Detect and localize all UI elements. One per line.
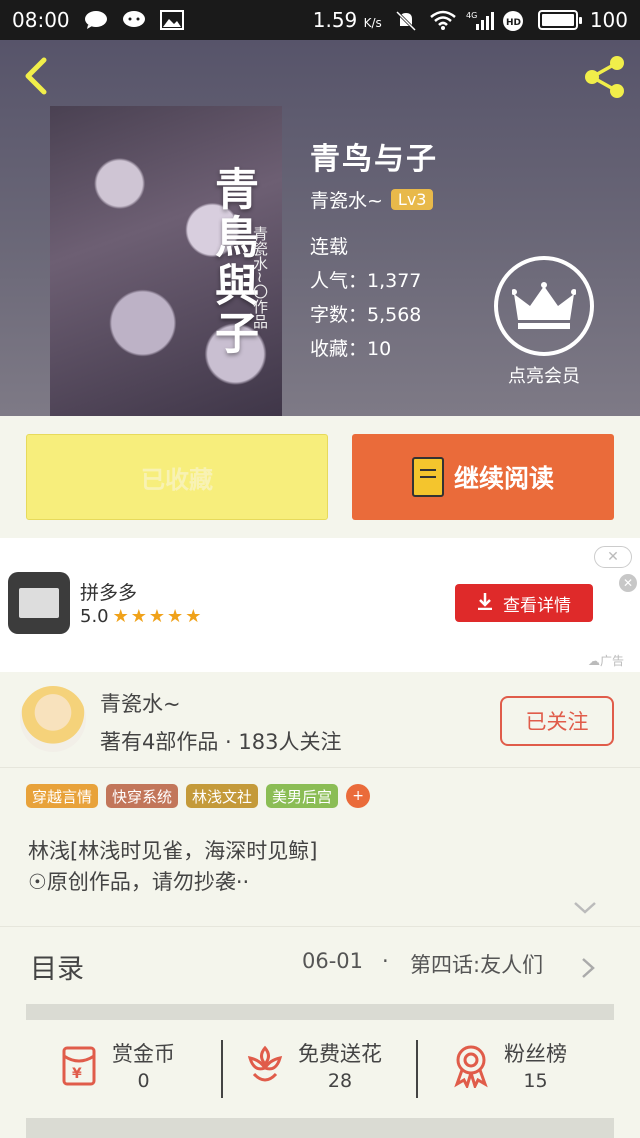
download-icon bbox=[477, 592, 493, 615]
book-cover[interactable]: 青鳥與子 青瓷水~〇作品 bbox=[50, 106, 282, 416]
chevron-right-icon bbox=[580, 957, 596, 979]
author-stats: 著有4部作品 · 183人关注 bbox=[100, 730, 342, 754]
reward-coins-button[interactable]: ¥ 赏金币 0 bbox=[56, 1038, 175, 1092]
stat-title: 赏金币 bbox=[112, 1042, 175, 1066]
favorited-button[interactable]: 已收藏 bbox=[26, 434, 328, 520]
ad-close-icon[interactable]: ✕ bbox=[594, 546, 632, 568]
ad-app-name: 拼多多 bbox=[80, 582, 138, 604]
ad-dismiss-icon[interactable]: ✕ bbox=[619, 574, 637, 592]
book-status: 连载 bbox=[310, 236, 349, 258]
book-popularity: 人气：1,377 bbox=[310, 270, 422, 292]
section-divider bbox=[26, 1004, 614, 1020]
message-icon bbox=[122, 10, 146, 30]
image-icon bbox=[159, 10, 184, 30]
status-bar: 08:00 1.59 K/s 4G HD 100 bbox=[0, 0, 640, 40]
continue-reading-label: 继续阅读 bbox=[453, 464, 554, 493]
catalog-separator: · bbox=[382, 949, 389, 973]
speed-unit: K/s bbox=[363, 16, 382, 30]
tag-chip[interactable]: 穿越言情 bbox=[26, 784, 99, 808]
book-word-count: 字数：5,568 bbox=[310, 304, 422, 326]
mute-bell-icon bbox=[394, 10, 418, 32]
tag-chip[interactable]: 快穿系统 bbox=[106, 784, 179, 808]
star-icons: ★★★★★ bbox=[112, 606, 204, 627]
network-speed: 1.59 bbox=[312, 8, 358, 32]
section-divider bbox=[26, 1118, 614, 1138]
description-line: 林浅[林浅时见雀，海深时见鲸] bbox=[28, 839, 318, 863]
description-line: ☉原创作品，请勿抄袭·· bbox=[28, 870, 250, 894]
latest-chapter-date: 06-01 bbox=[302, 949, 364, 973]
follow-button[interactable]: 已关注 bbox=[500, 696, 614, 746]
battery-level: 100 bbox=[589, 8, 628, 32]
catalog-row[interactable]: 目录 06-01 · 第四话:友人们 bbox=[0, 926, 640, 1006]
chat-bubble-icon bbox=[84, 10, 108, 30]
author-row: 青瓷水~ Lv3 bbox=[310, 186, 434, 213]
rating-value: 5.0 bbox=[80, 606, 109, 627]
fan-ranking-button[interactable]: 粉丝榜 15 bbox=[448, 1038, 567, 1092]
share-icon[interactable] bbox=[582, 54, 628, 100]
stat-value: 28 bbox=[327, 1070, 353, 1092]
hd-icon: HD bbox=[502, 10, 526, 31]
book-header: 青鳥與子 青瓷水~〇作品 青鸟与子 青瓷水~ Lv3 连载 人气：1,377 字… bbox=[0, 40, 640, 416]
chevron-down-icon[interactable] bbox=[572, 898, 598, 918]
tag-list: 穿越言情 快穿系统 林浅文社 美男后宫 + bbox=[26, 784, 371, 808]
book-title: 青鸟与子 bbox=[310, 142, 438, 177]
stat-title: 免费送花 bbox=[298, 1042, 382, 1066]
tag-chip[interactable]: 美男后宫 bbox=[266, 784, 339, 808]
avatar[interactable] bbox=[20, 686, 86, 752]
tag-chip[interactable]: 林浅文社 bbox=[186, 784, 259, 808]
vip-label: 点亮会员 bbox=[508, 366, 580, 387]
stat-title: 粉丝榜 bbox=[504, 1042, 567, 1066]
signal-icon: 4G bbox=[466, 10, 494, 30]
author-section-name: 青瓷水~ bbox=[100, 692, 181, 716]
back-arrow-icon[interactable] bbox=[18, 56, 58, 96]
flower-icon bbox=[242, 1042, 288, 1088]
action-bar: 已收藏 继续阅读 bbox=[0, 416, 640, 538]
cover-author: 青瓷水~〇作品 bbox=[251, 226, 269, 329]
divider bbox=[416, 1040, 418, 1098]
divider bbox=[221, 1040, 223, 1098]
send-flower-button[interactable]: 免费送花 28 bbox=[242, 1038, 382, 1092]
medal-icon bbox=[448, 1042, 494, 1091]
stats-bar: ¥ 赏金币 0 免费送花 28 粉丝榜 15 bbox=[0, 1028, 640, 1118]
svg-text:4G: 4G bbox=[466, 11, 477, 20]
catalog-title: 目录 bbox=[30, 954, 84, 985]
wifi-icon bbox=[430, 10, 456, 30]
book-description: 林浅[林浅时见雀，海深时见鲸] ☉原创作品，请勿抄袭·· bbox=[28, 836, 598, 898]
status-time: 08:00 bbox=[12, 8, 70, 32]
book-favorites: 收藏：10 bbox=[310, 338, 392, 360]
svg-text:HD: HD bbox=[506, 18, 521, 28]
stat-value: 15 bbox=[523, 1070, 548, 1092]
level-badge: Lv3 bbox=[390, 189, 434, 210]
red-envelope-icon: ¥ bbox=[56, 1042, 102, 1088]
author-section[interactable]: 青瓷水~ 著有4部作品 · 183人关注 已关注 bbox=[0, 676, 640, 768]
latest-chapter-title: 第四话:友人们 bbox=[410, 953, 544, 977]
ad-details-button[interactable]: 查看详情 bbox=[455, 584, 593, 622]
book-icon bbox=[411, 457, 444, 497]
ad-banner[interactable]: ✕ ✕ 拼多多 5.0 ★★★★★ 查看详情 ☁广告 bbox=[0, 538, 640, 672]
ad-rating: 5.0 ★★★★★ bbox=[80, 606, 203, 627]
battery-icon bbox=[537, 10, 582, 30]
ad-tag: ☁广告 bbox=[588, 654, 625, 668]
crown-icon bbox=[494, 256, 594, 356]
tag-more-button[interactable]: + bbox=[346, 784, 371, 808]
stat-value: 0 bbox=[137, 1070, 150, 1092]
svg-text:¥: ¥ bbox=[72, 1066, 82, 1082]
vip-button[interactable]: 点亮会员 bbox=[492, 256, 596, 388]
continue-reading-button[interactable]: 继续阅读 bbox=[352, 434, 614, 520]
author-name: 青瓷水~ bbox=[310, 190, 383, 212]
ad-button-label: 查看详情 bbox=[503, 595, 571, 616]
app-icon bbox=[8, 572, 70, 634]
